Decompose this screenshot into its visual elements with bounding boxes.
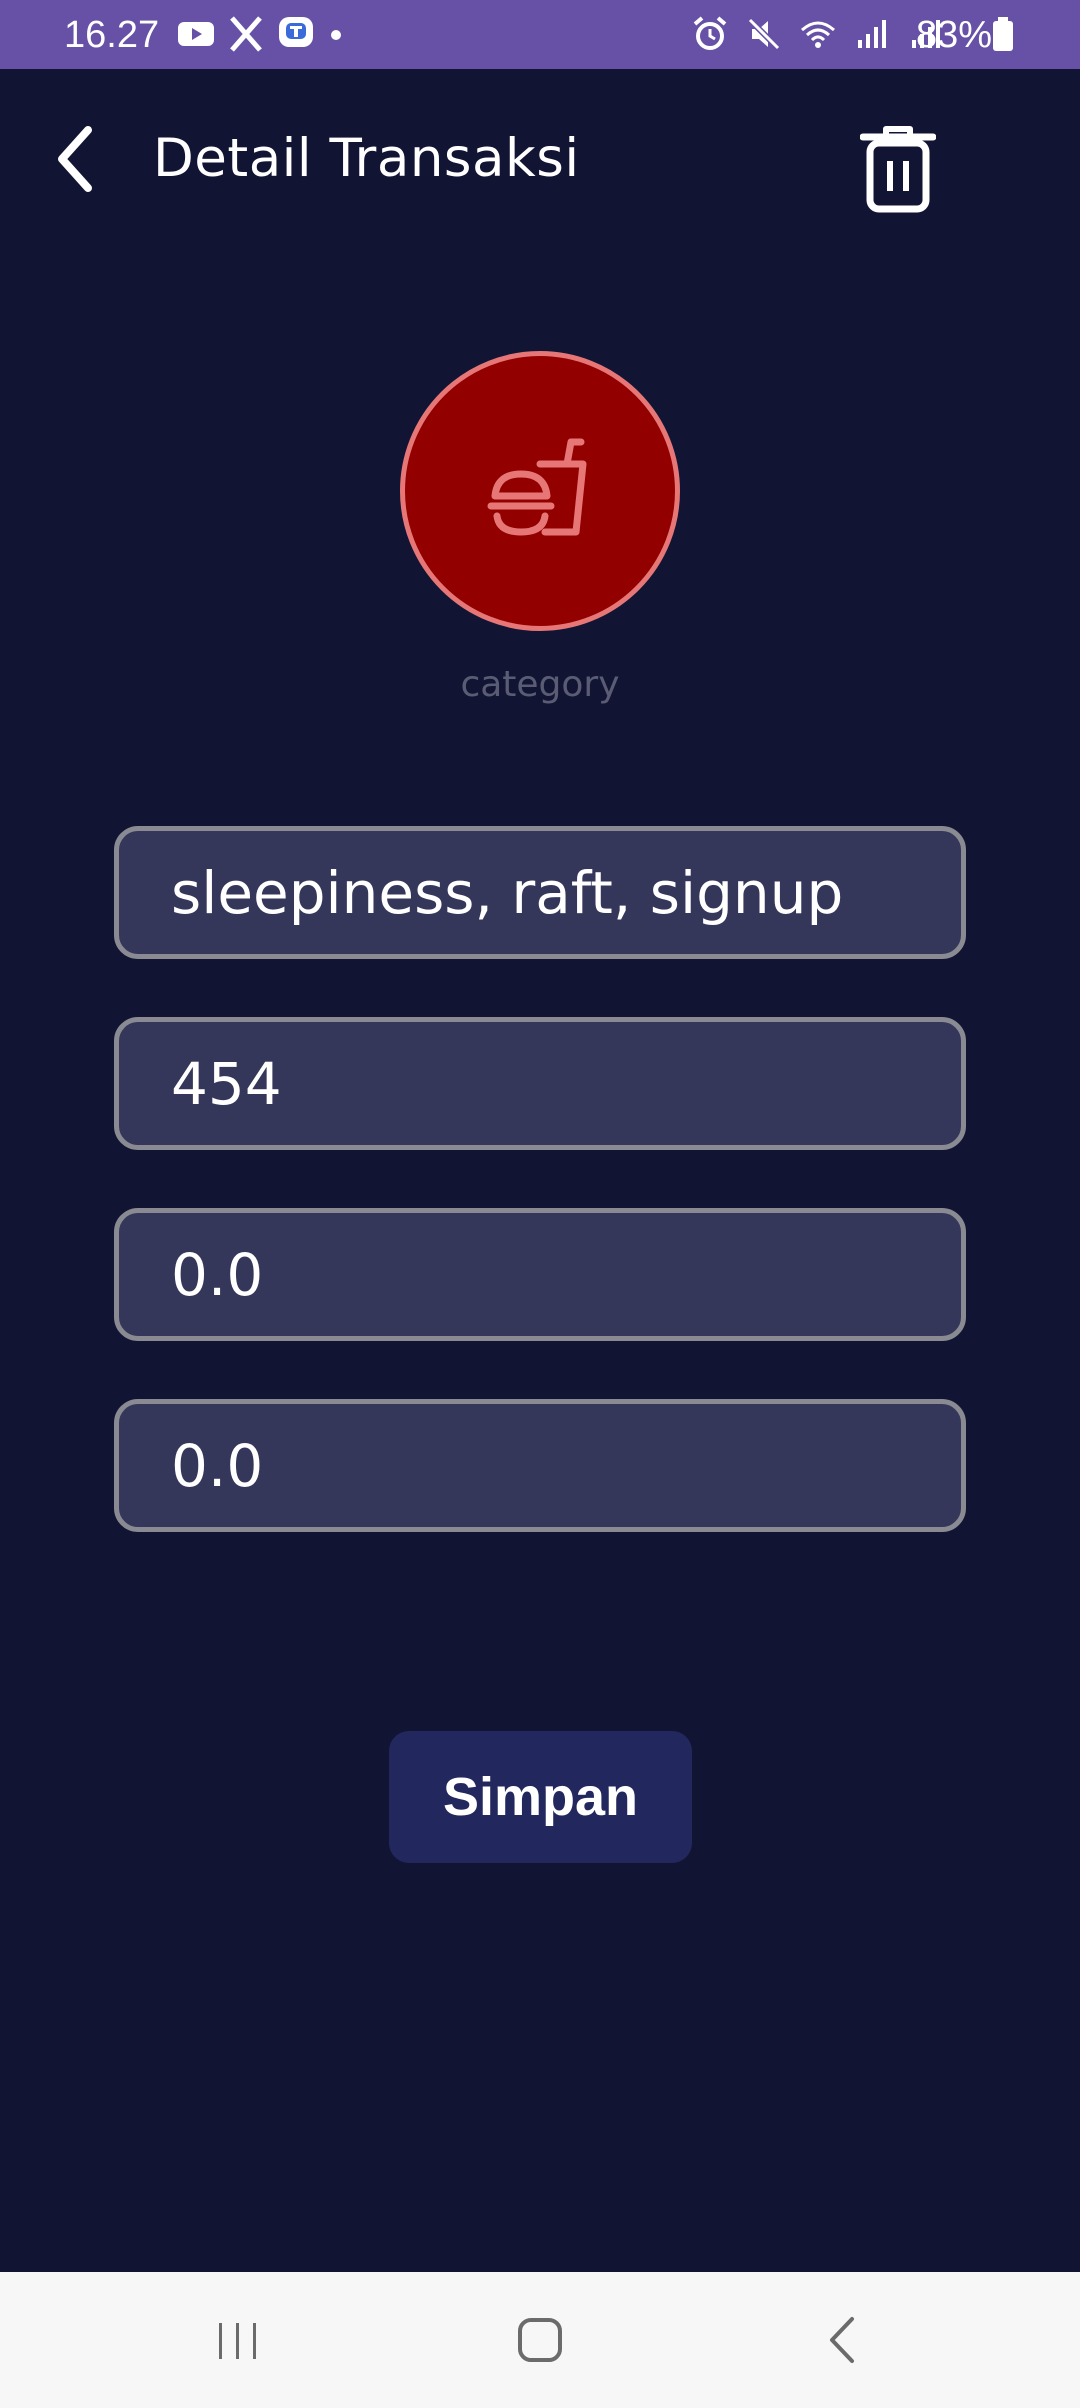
chevron-left-icon — [58, 126, 92, 192]
youtube-icon — [178, 22, 214, 46]
value-input-3[interactable] — [171, 1240, 961, 1309]
dot-icon — [331, 30, 341, 40]
home-icon — [518, 2318, 562, 2362]
navigation-bar — [0, 2272, 1080, 2408]
battery-percentage: 83% — [916, 14, 993, 56]
amount-field[interactable] — [114, 1017, 966, 1150]
back-icon — [830, 2317, 854, 2363]
wifi-icon — [801, 21, 835, 48]
app-bar: Detail Transaksi — [0, 69, 1080, 239]
delete-button[interactable] — [850, 109, 945, 229]
save-button[interactable]: Simpan — [389, 1731, 692, 1863]
signal-icon — [858, 20, 886, 48]
back-button[interactable] — [40, 114, 110, 204]
status-bar: 16.27 83% — [0, 0, 1080, 69]
value-field-4[interactable] — [114, 1399, 966, 1532]
value-field-3[interactable] — [114, 1208, 966, 1341]
alarm-icon — [693, 16, 727, 50]
system-back-button[interactable] — [793, 2300, 893, 2380]
status-time: 16.27 — [64, 14, 160, 56]
category-icon-button[interactable] — [400, 351, 680, 631]
home-button[interactable] — [490, 2300, 590, 2380]
app-icon — [279, 17, 313, 47]
status-right-icons — [690, 14, 946, 54]
fast-food-icon — [487, 438, 587, 536]
trash-icon — [859, 126, 936, 213]
status-left-icons — [176, 14, 346, 54]
x-icon — [230, 16, 262, 52]
recent-apps-icon — [219, 2323, 256, 2359]
transaction-name-input[interactable] — [171, 858, 961, 927]
battery-icon — [993, 17, 1013, 51]
mute-icon — [747, 17, 781, 51]
recent-apps-button[interactable] — [188, 2300, 288, 2380]
page-title: Detail Transaksi — [153, 128, 580, 189]
category-label: category — [460, 664, 620, 705]
value-input-4[interactable] — [171, 1431, 961, 1500]
amount-input[interactable] — [171, 1049, 961, 1118]
transaction-name-field[interactable] — [114, 826, 966, 959]
